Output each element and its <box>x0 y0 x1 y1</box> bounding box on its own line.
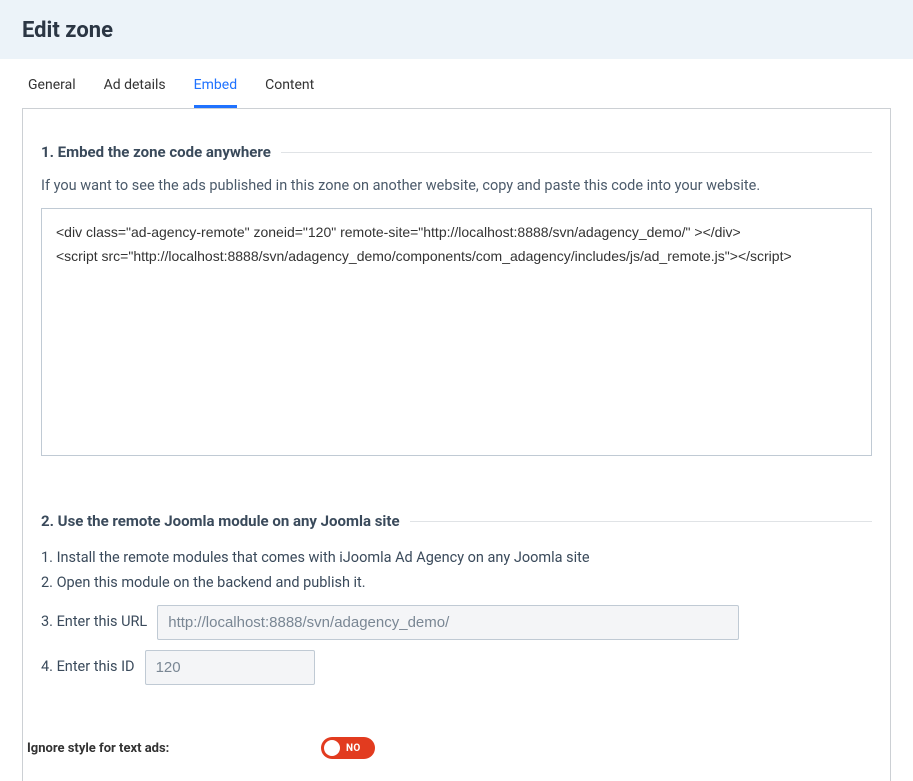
embed-code-section: 1. Embed the zone code anywhere If you w… <box>41 143 872 460</box>
step-3-label: 3. Enter this URL <box>41 610 147 635</box>
page-header: Edit zone <box>0 0 913 59</box>
section1-desc: If you want to see the ads published in … <box>41 177 872 194</box>
ignore-style-toggle[interactable]: NO <box>321 737 375 759</box>
section2-title: 2. Use the remote Joomla module on any J… <box>41 512 400 530</box>
embed-code-textarea[interactable] <box>41 208 872 456</box>
page-title: Edit zone <box>22 18 891 43</box>
tab-content[interactable]: Content <box>265 77 314 108</box>
tab-general[interactable]: General <box>28 77 76 108</box>
ignore-style-row: Ignore style for text ads: NO <box>27 737 872 759</box>
ignore-style-label: Ignore style for text ads: <box>27 741 321 756</box>
remote-id-input[interactable] <box>145 650 315 685</box>
tabs-bar: General Ad details Embed Content <box>0 59 913 108</box>
tab-embed[interactable]: Embed <box>194 77 237 108</box>
embed-panel: 1. Embed the zone code anywhere If you w… <box>22 108 891 781</box>
step-2: 2. Open this module on the backend and p… <box>41 571 872 596</box>
section1-title: 1. Embed the zone code anywhere <box>41 143 271 161</box>
step-4-label: 4. Enter this ID <box>41 655 135 680</box>
toggle-state-text: NO <box>346 743 361 754</box>
tab-ad-details[interactable]: Ad details <box>104 77 166 108</box>
toggle-knob <box>324 740 340 756</box>
step-1: 1. Install the remote modules that comes… <box>41 546 872 571</box>
remote-module-section: 2. Use the remote Joomla module on any J… <box>41 512 872 685</box>
divider <box>281 152 872 153</box>
remote-url-input[interactable] <box>157 605 739 640</box>
divider <box>410 521 872 522</box>
